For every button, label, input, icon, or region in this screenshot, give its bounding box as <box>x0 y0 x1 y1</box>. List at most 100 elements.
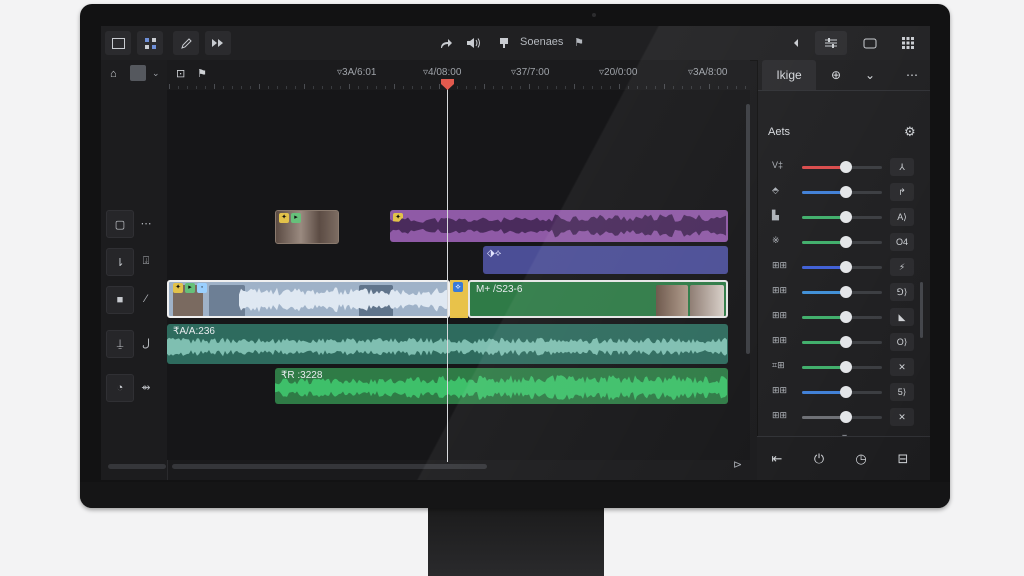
time-ruler[interactable]: ⊡ ⚑ ▿3A/6:01 ▿4/08:00 ▿37/7:00 ▿20/0:00 … <box>167 60 750 90</box>
footer-timer-icon[interactable]: ◷ <box>849 449 873 469</box>
blue-clip[interactable]: ⬗⟡ <box>483 246 728 274</box>
adjustment-button[interactable]: O4 <box>890 233 914 251</box>
track-header-4-icon[interactable]: ل <box>139 330 153 356</box>
ruler-tick <box>556 86 557 89</box>
track-header-5-icon[interactable]: ⇴ <box>139 374 153 400</box>
timeline-area[interactable]: ✦ ▸ ✦ ⬗⟡ ✦ ▸ ◦ ⟡ M+ /S23-6 ₹A/A:236 ₹R:… <box>167 90 750 460</box>
ruler-tick <box>439 84 440 89</box>
thumbnail-icon[interactable] <box>130 65 146 81</box>
adjustment-slider[interactable] <box>802 211 882 223</box>
track-header-2-button[interactable]: ⇂ <box>106 248 134 276</box>
slider-knob[interactable] <box>840 336 852 348</box>
footer-back-icon[interactable]: ⇤ <box>765 449 789 469</box>
tab-more[interactable]: ⋯ <box>898 60 926 90</box>
footer-export-icon[interactable]: ⊟ <box>891 449 915 469</box>
purple-clip[interactable]: ✦ <box>390 210 728 242</box>
screen-icon[interactable] <box>857 31 883 55</box>
adjustment-slider[interactable] <box>802 261 882 273</box>
panel-scrollbar[interactable] <box>920 282 923 338</box>
slider-knob[interactable] <box>840 211 852 223</box>
apps-icon[interactable] <box>895 31 921 55</box>
track-header-1-icon[interactable]: ⋯ <box>139 210 153 236</box>
slider-knob[interactable] <box>840 161 852 173</box>
ruler-tick <box>268 86 269 89</box>
ruler-tick <box>529 84 530 89</box>
forward-icon[interactable] <box>205 31 231 55</box>
adjustment-button[interactable]: O⟩ <box>890 333 914 351</box>
adjustment-slider[interactable] <box>802 161 882 173</box>
adjustment-slider[interactable] <box>802 336 882 348</box>
grid-icon[interactable] <box>137 31 163 55</box>
transition-marker[interactable]: ⟡ <box>450 280 468 318</box>
window-icon[interactable] <box>105 31 131 55</box>
adjustment-button[interactable]: ◣ <box>890 308 914 326</box>
slider-knob[interactable] <box>840 311 852 323</box>
adjustment-slider[interactable] <box>802 311 882 323</box>
playhead-line[interactable] <box>447 82 448 462</box>
adjustment-slider[interactable] <box>802 411 882 423</box>
main-video-clip[interactable]: ✦ ▸ ◦ <box>167 280 450 318</box>
flag-icon[interactable]: ⚑ <box>197 67 207 80</box>
edit-icon[interactable] <box>173 31 199 55</box>
thumbnail-clip[interactable]: ✦ ▸ <box>275 210 339 244</box>
snapshot-icon[interactable]: ⊡ <box>176 67 185 80</box>
expand-timeline-icon[interactable]: ⊳ <box>733 458 742 471</box>
footer-power-icon[interactable]: ⏻ <box>807 449 831 469</box>
tab-image[interactable]: Ikige <box>762 60 816 90</box>
adjustment-button[interactable]: ✕ <box>890 358 914 376</box>
adjustment-slider[interactable] <box>802 186 882 198</box>
slider-knob[interactable] <box>840 286 852 298</box>
adjustment-button[interactable]: ⅁⟩ <box>890 283 914 301</box>
redo-icon[interactable] <box>433 31 459 55</box>
chevron-down-icon[interactable]: ⌄ <box>152 68 160 79</box>
audio-track-2-clip[interactable]: ₹R :3228 <box>275 368 728 404</box>
project-title[interactable]: Soenaes <box>520 36 563 48</box>
timeline-vertical-scrollbar[interactable] <box>746 104 750 354</box>
ruler-tick <box>403 86 404 89</box>
slider-knob[interactable] <box>840 386 852 398</box>
ruler-tick <box>367 86 368 89</box>
track-header-3-icon[interactable]: ⁄ <box>139 286 153 312</box>
marker-icon[interactable] <box>491 31 517 55</box>
adjustment-slider[interactable] <box>802 286 882 298</box>
playhead-handle-icon[interactable] <box>441 79 454 90</box>
track-header-5-button[interactable]: ◔ <box>106 374 134 402</box>
timeline-horizontal-scrollbar[interactable] <box>172 464 487 469</box>
adjustment-slider[interactable] <box>802 386 882 398</box>
volume-icon[interactable] <box>461 31 487 55</box>
track-header-1-button[interactable]: ▢ <box>106 210 134 238</box>
slider-knob[interactable] <box>840 361 852 373</box>
slider-knob[interactable] <box>840 186 852 198</box>
tab-dropdown[interactable]: ⌄ <box>856 60 884 90</box>
home-icon[interactable]: ⌂ <box>110 68 117 80</box>
slider-knob[interactable] <box>840 261 852 273</box>
adjustment-button[interactable]: ↱ <box>890 183 914 201</box>
adjustment-slider[interactable] <box>802 361 882 373</box>
ruler-tick <box>358 86 359 89</box>
ruler-tick <box>259 84 260 89</box>
adjustment-button[interactable]: A⟩ <box>890 208 914 226</box>
track-header-4-button[interactable]: ⍊ <box>106 330 134 358</box>
settings-gear-icon[interactable]: ⚙ <box>904 124 916 140</box>
adjustment-button[interactable]: ⚡ <box>890 258 914 276</box>
track-header-3-button[interactable]: ■ <box>106 286 134 314</box>
slider-knob[interactable] <box>840 411 852 423</box>
header-horizontal-scrollbar[interactable] <box>108 464 166 469</box>
adjustment-button[interactable]: ⅄ <box>890 158 914 176</box>
ruler-tick <box>682 86 683 89</box>
track-header-2-icon[interactable]: ⍗ <box>139 248 153 274</box>
adjustment-button[interactable]: ✕ <box>890 408 914 426</box>
green-video-clip[interactable]: M+ /S23-6 <box>468 280 728 318</box>
ruler-tick <box>421 86 422 89</box>
ruler-tick <box>628 86 629 89</box>
ruler-tick <box>277 86 278 89</box>
ruler-tick <box>637 86 638 89</box>
collapse-icon[interactable] <box>783 31 809 55</box>
adjustment-slider[interactable] <box>802 236 882 248</box>
ruler-tick <box>745 86 746 89</box>
layout-icon[interactable] <box>815 31 847 55</box>
tab-add[interactable]: ⊕ <box>822 60 850 90</box>
editor-screen: Soenaes ⚑ ⌂ ⌄ ⊡ ⚑ ▿3A/6:01 ▿4/08:00 ▿37/… <box>101 26 930 480</box>
slider-knob[interactable] <box>840 236 852 248</box>
adjustment-button[interactable]: 5⟩ <box>890 383 914 401</box>
